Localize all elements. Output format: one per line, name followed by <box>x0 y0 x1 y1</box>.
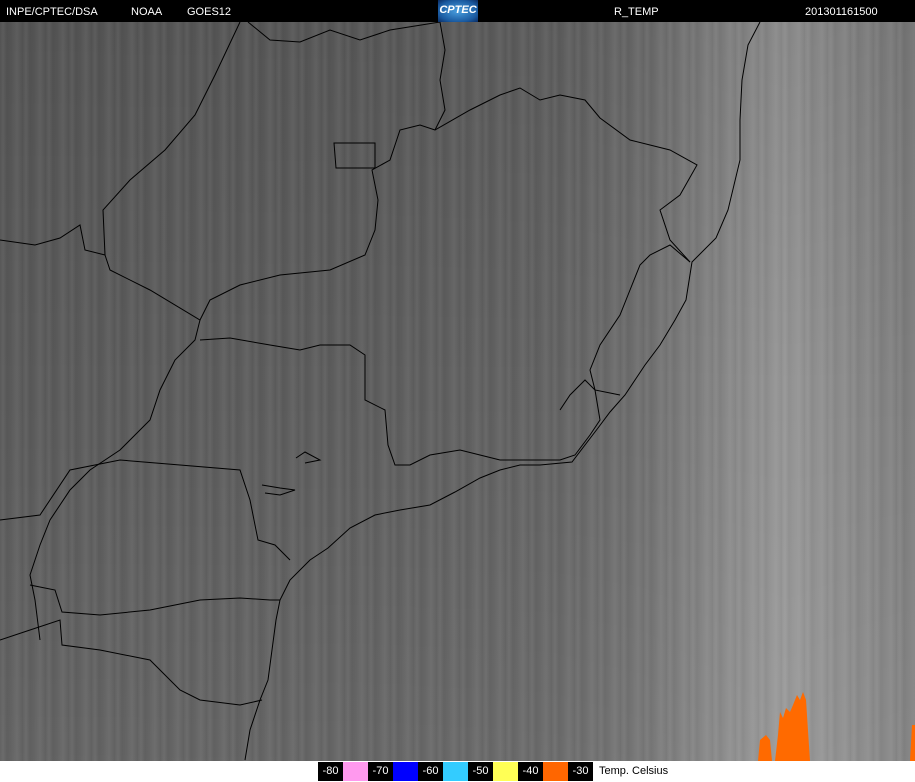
legend-unit: Temp. Celsius <box>599 765 669 777</box>
cold-cloud-top <box>758 735 772 761</box>
temperature-legend: -80 -70 -60 -50 -40 -30 Temp. Celsius <box>318 762 668 781</box>
org-label: INPE/CPTEC/DSA <box>6 6 98 18</box>
state-border <box>199 337 601 466</box>
legend-swatch-cyan <box>443 762 468 781</box>
reservoir <box>295 451 322 464</box>
cptec-logo: CPTEC <box>438 0 478 22</box>
cold-cloud-top <box>775 692 810 761</box>
cold-cloud-top <box>910 725 915 761</box>
legend-label: -70 <box>368 762 393 781</box>
product-label: R_TEMP <box>614 6 659 18</box>
state-border <box>0 22 241 256</box>
legend-swatch-pink <box>343 762 368 781</box>
legend-label: -50 <box>468 762 493 781</box>
state-border <box>0 459 291 561</box>
legend-label: -60 <box>418 762 443 781</box>
reservoir <box>261 484 296 496</box>
state-border <box>434 87 698 263</box>
lake-outline <box>333 142 376 169</box>
legend-swatch-yellow <box>493 762 518 781</box>
legend-swatch-blue <box>393 762 418 781</box>
header-bar: INPE/CPTEC/DSA NOAA GOES12 CPTEC R_TEMP … <box>0 0 915 22</box>
state-border <box>104 22 446 321</box>
agency-label: NOAA <box>131 6 163 18</box>
legend-label: -30 <box>568 762 593 781</box>
timestamp-label: 201301161500 <box>805 6 878 18</box>
state-border <box>247 22 441 43</box>
map-overlay <box>0 22 915 761</box>
state-border <box>29 584 280 616</box>
satellite-image <box>0 22 915 761</box>
satellite-label: GOES12 <box>187 6 232 18</box>
legend-swatch-orange <box>543 762 568 781</box>
legend-label: -80 <box>318 762 343 781</box>
legend-label: -40 <box>518 762 543 781</box>
coastline <box>244 22 761 761</box>
